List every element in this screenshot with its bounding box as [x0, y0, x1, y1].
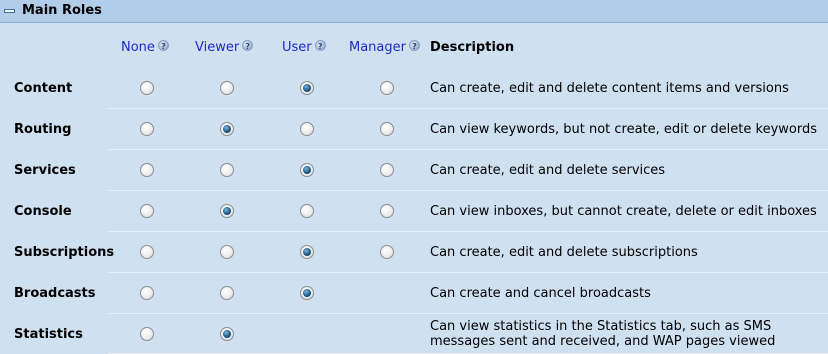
radio-viewer[interactable] — [220, 163, 234, 177]
role-row-content: Content Can create, edit and delete conte… — [0, 68, 828, 109]
role-row-broadcasts: Broadcasts Can create and cancel broadcas… — [0, 273, 828, 314]
radio-viewer[interactable] — [220, 327, 234, 341]
radio-user[interactable] — [300, 81, 314, 95]
radio-none[interactable] — [140, 204, 154, 218]
role-description: Can view statistics in the Statistics ta… — [430, 319, 776, 349]
help-icon[interactable]: ? — [157, 40, 169, 51]
role-row-statistics: Statistics Can view statistics in the Sta… — [0, 314, 828, 354]
collapse-icon[interactable] — [4, 9, 15, 13]
panel-header[interactable]: Main Roles — [0, 0, 828, 23]
radio-viewer[interactable] — [220, 122, 234, 136]
role-row-routing: Routing Can view keywords, but not create… — [0, 109, 828, 150]
column-label-user: User — [282, 40, 312, 55]
help-icon[interactable]: ? — [408, 40, 420, 51]
role-name: Content — [14, 81, 73, 96]
radio-manager[interactable] — [380, 163, 394, 177]
column-label-none: None — [121, 40, 155, 55]
role-description: Can create, edit and delete content item… — [430, 81, 789, 96]
radio-user[interactable] — [300, 245, 314, 259]
role-row-subscriptions: Subscriptions Can create, edit and delete… — [0, 232, 828, 273]
radio-none[interactable] — [140, 245, 154, 259]
role-description: Can create, edit and delete services — [430, 163, 666, 178]
role-description: Can view inboxes, but cannot create, del… — [430, 204, 817, 219]
radio-manager[interactable] — [380, 81, 394, 95]
radio-viewer[interactable] — [220, 204, 234, 218]
role-name: Statistics — [14, 327, 83, 342]
role-description: Can view keywords, but not create, edit … — [430, 122, 817, 137]
role-name: Routing — [14, 122, 72, 137]
radio-viewer[interactable] — [220, 286, 234, 300]
radio-none[interactable] — [140, 122, 154, 136]
column-label-viewer: Viewer — [195, 40, 240, 55]
radio-manager[interactable] — [380, 204, 394, 218]
radio-viewer[interactable] — [220, 81, 234, 95]
radio-manager[interactable] — [380, 122, 394, 136]
radio-none[interactable] — [140, 163, 154, 177]
column-label-manager: Manager — [349, 40, 406, 55]
column-header-description: Description — [430, 40, 515, 55]
role-row-console: Console Can view inboxes, but cannot crea… — [0, 191, 828, 232]
role-description: Can create and cancel broadcasts — [430, 286, 651, 301]
column-header-user: User? — [282, 40, 326, 56]
radio-user[interactable] — [300, 163, 314, 177]
column-header-manager: Manager? — [349, 40, 420, 56]
help-icon[interactable]: ? — [314, 40, 326, 51]
radio-none[interactable] — [140, 81, 154, 95]
radio-viewer[interactable] — [220, 245, 234, 259]
panel-title: Main Roles — [22, 3, 102, 18]
column-header-viewer: Viewer? — [195, 40, 254, 56]
role-description: Can create, edit and delete subscription… — [430, 245, 698, 260]
role-name: Subscriptions — [14, 245, 115, 260]
radio-none[interactable] — [140, 286, 154, 300]
column-header-none: None? — [121, 40, 169, 56]
role-name: Services — [14, 163, 76, 178]
help-icon[interactable]: ? — [242, 40, 254, 51]
radio-none[interactable] — [140, 327, 154, 341]
radio-manager[interactable] — [380, 245, 394, 259]
radio-user[interactable] — [300, 122, 314, 136]
role-name: Console — [14, 204, 72, 219]
role-row-services: Services Can create, edit and delete serv… — [0, 150, 828, 191]
radio-user[interactable] — [300, 204, 314, 218]
radio-user[interactable] — [300, 286, 314, 300]
role-name: Broadcasts — [14, 286, 96, 301]
